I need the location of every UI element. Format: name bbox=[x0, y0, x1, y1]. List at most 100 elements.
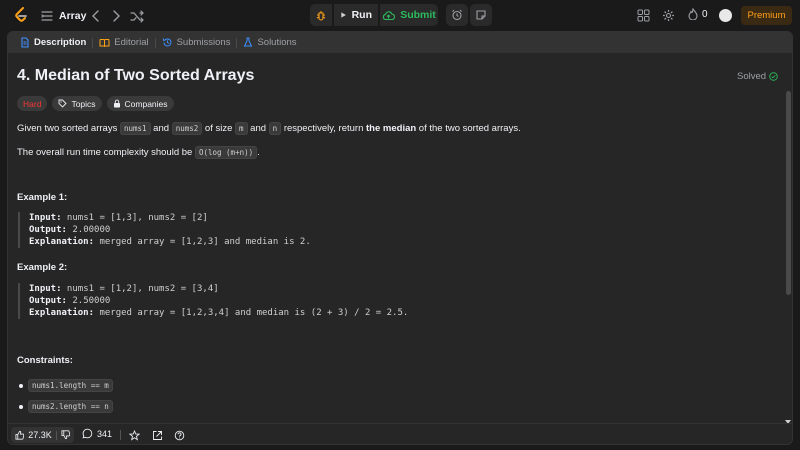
example-2-heading: Example 2: bbox=[17, 262, 68, 273]
companies-tag[interactable]: Companies bbox=[106, 96, 174, 111]
bullet-dot bbox=[19, 383, 23, 388]
note-icon bbox=[476, 10, 486, 20]
tab-editorial-label: Editorial bbox=[114, 37, 149, 48]
explanation-label: Explanation: bbox=[29, 237, 95, 247]
constraint-code: nums2.length == n bbox=[28, 400, 113, 413]
input-label: Input: bbox=[29, 284, 62, 294]
companies-label: Companies bbox=[124, 98, 168, 109]
avatar[interactable] bbox=[719, 9, 732, 22]
inline-code: m bbox=[235, 122, 248, 135]
topics-label: Topics bbox=[71, 98, 96, 109]
submit-button[interactable]: Submit bbox=[380, 4, 438, 26]
problem-content[interactable]: 4. Median of Two Sorted Arrays Solved Ha… bbox=[8, 53, 786, 426]
complexity-requirement: The overall run time complexity should b… bbox=[17, 146, 260, 159]
tab-description[interactable]: Description bbox=[14, 32, 92, 53]
desc-text: and bbox=[150, 123, 172, 134]
output-value: 2.50000 bbox=[66, 296, 111, 306]
tab-description-label: Description bbox=[34, 37, 87, 48]
problem-description: Given two sorted arrays nums1 and nums2 … bbox=[17, 122, 521, 135]
flask-icon bbox=[244, 37, 253, 47]
problem-list-label: Array bbox=[59, 10, 87, 22]
example-2-block: Input: nums1 = [1,2], nums2 = [3,4] Outp… bbox=[18, 283, 408, 319]
chevron-right-icon[interactable] bbox=[108, 8, 124, 24]
constraint-item: nums1.length == m bbox=[19, 379, 113, 392]
gear-icon[interactable] bbox=[662, 9, 675, 22]
input-label: Input: bbox=[29, 213, 62, 223]
tag-icon bbox=[58, 99, 68, 108]
thumbs-up-icon[interactable] bbox=[15, 430, 25, 440]
streak-counter[interactable]: 0 bbox=[688, 8, 708, 20]
desc-text: of the two sorted arrays. bbox=[416, 123, 521, 134]
top-nav: Array Run Submit 0 Premium bbox=[0, 0, 800, 31]
scrollbar-thumb[interactable] bbox=[786, 91, 791, 295]
example-1-heading: Example 1: bbox=[17, 192, 68, 203]
tab-solutions-label: Solutions bbox=[257, 37, 297, 48]
streak-count: 0 bbox=[702, 8, 708, 20]
difficulty-badge: Hard bbox=[17, 96, 48, 111]
share-icon[interactable] bbox=[152, 430, 163, 441]
panel-footer: 27.3K 341 bbox=[8, 423, 792, 444]
constraint-item: nums2.length == n bbox=[19, 400, 113, 413]
leetcode-logo-icon[interactable] bbox=[14, 7, 28, 24]
inline-code: n bbox=[268, 122, 282, 135]
inline-code: nums1 bbox=[119, 122, 151, 135]
topics-tag[interactable]: Topics bbox=[52, 96, 102, 111]
like-dislike-group: 27.3K bbox=[11, 427, 74, 443]
divider bbox=[55, 430, 57, 440]
run-label: Run bbox=[351, 9, 372, 21]
tab-submissions[interactable]: Submissions bbox=[156, 32, 237, 53]
tab-submissions-label: Submissions bbox=[176, 37, 231, 48]
history-icon bbox=[162, 38, 172, 47]
desc-emphasis: the median bbox=[366, 123, 417, 134]
list-icon bbox=[41, 11, 53, 21]
star-icon[interactable] bbox=[129, 430, 140, 441]
input-value: nums1 = [1,3], nums2 = [2] bbox=[61, 213, 208, 223]
output-label: Output: bbox=[29, 225, 67, 235]
output-value: 2.00000 bbox=[66, 225, 111, 235]
run-submit-group: Run Submit bbox=[310, 4, 438, 26]
grid-layout-icon[interactable] bbox=[637, 9, 650, 22]
comments-button[interactable]: 341 bbox=[82, 428, 112, 439]
explanation-label: Explanation: bbox=[29, 308, 95, 318]
inline-code: nums2 bbox=[171, 122, 203, 135]
shuffle-icon[interactable] bbox=[129, 8, 145, 24]
alarm-clock-icon bbox=[452, 9, 462, 21]
play-icon bbox=[341, 12, 346, 18]
content-scrollbar[interactable] bbox=[784, 53, 792, 426]
comment-icon bbox=[82, 428, 93, 439]
run-button[interactable]: Run bbox=[334, 4, 378, 26]
problem-list-button[interactable]: Array bbox=[41, 9, 86, 23]
thumbs-down-icon[interactable] bbox=[61, 430, 70, 440]
help-icon[interactable] bbox=[174, 430, 185, 441]
input-value: nums1 = [1,2], nums2 = [3,4] bbox=[61, 284, 219, 294]
tab-solutions[interactable]: Solutions bbox=[237, 32, 302, 53]
like-count: 27.3K bbox=[28, 430, 52, 440]
constraints-heading: Constraints: bbox=[17, 355, 73, 366]
problem-title: 4. Median of Two Sorted Arrays bbox=[17, 67, 255, 84]
timer-button[interactable] bbox=[446, 4, 468, 26]
panel-tabs: Description Editorial Submissions Soluti… bbox=[8, 32, 792, 53]
chevron-left-icon[interactable] bbox=[88, 8, 104, 24]
submit-label: Submit bbox=[400, 9, 436, 21]
comment-count: 341 bbox=[97, 428, 113, 439]
divider bbox=[120, 430, 121, 440]
constraint-code: nums1.length == m bbox=[28, 379, 113, 392]
bullet-dot bbox=[19, 404, 23, 409]
problem-tags: Hard Topics Companies bbox=[17, 96, 174, 111]
bug-icon bbox=[316, 11, 326, 21]
desc-text: Given two sorted arrays bbox=[17, 123, 120, 134]
debug-button[interactable] bbox=[310, 4, 332, 26]
book-icon bbox=[99, 38, 110, 47]
explanation-value: merged array = [1,2,3,4] and median is (… bbox=[94, 308, 409, 318]
lock-icon bbox=[113, 99, 120, 108]
complexity-text: The overall run time complexity should b… bbox=[17, 147, 195, 158]
document-icon bbox=[21, 37, 29, 48]
check-circle-icon bbox=[769, 72, 778, 81]
tab-editorial[interactable]: Editorial bbox=[93, 32, 154, 53]
solved-label: Solved bbox=[737, 71, 767, 82]
desc-text: and bbox=[247, 123, 269, 134]
complexity-text: . bbox=[257, 147, 260, 158]
notes-button[interactable] bbox=[470, 4, 492, 26]
premium-button[interactable]: Premium bbox=[741, 6, 792, 25]
example-1-block: Input: nums1 = [1,3], nums2 = [2] Output… bbox=[18, 212, 311, 248]
